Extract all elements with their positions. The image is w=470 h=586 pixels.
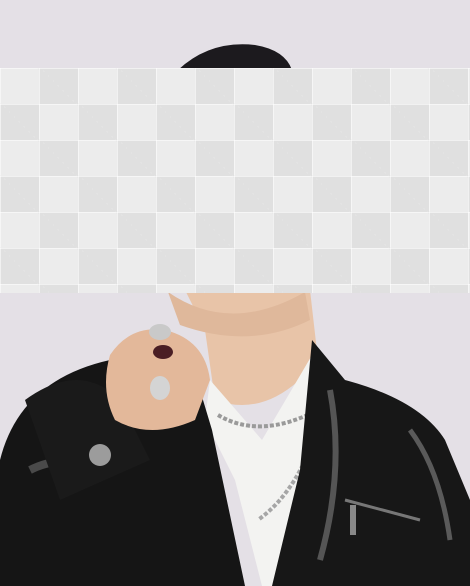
ring-bottom	[150, 376, 170, 400]
photo	[0, 0, 470, 586]
ring-gem	[153, 345, 173, 359]
sleeve-snap	[89, 444, 111, 466]
censor-mosaic	[0, 68, 470, 293]
ring-top	[149, 324, 171, 340]
censor-grid	[0, 68, 470, 293]
zipper-pull	[350, 505, 356, 535]
